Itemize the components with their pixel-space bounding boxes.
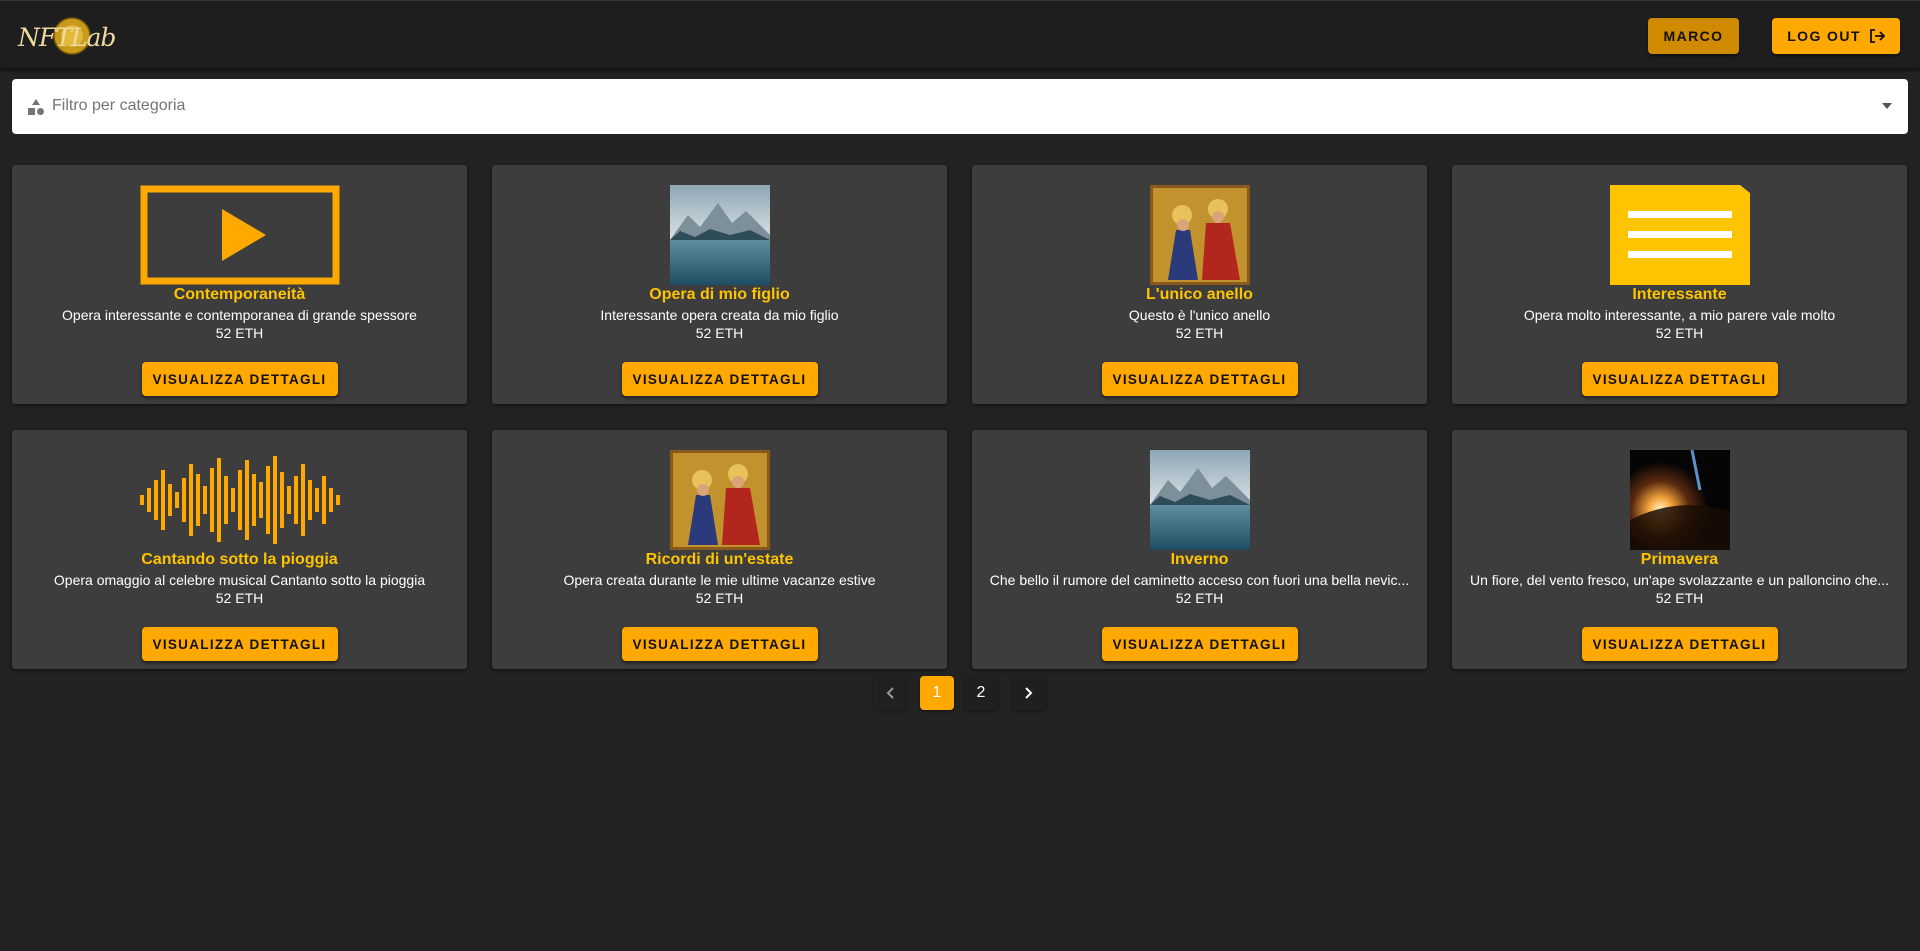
view-details-button[interactable]: VISUALIZZA DETTAGLI xyxy=(1101,362,1298,396)
logout-button-label: LOG OUT xyxy=(1787,28,1861,44)
prev-page-button[interactable] xyxy=(873,676,907,710)
card-price: 52 ETH xyxy=(1655,590,1704,606)
painting-image xyxy=(669,450,770,550)
view-details-button[interactable]: VISUALIZZA DETTAGLI xyxy=(141,362,338,396)
card-description: Un fiore, del vento fresco, un'ape svola… xyxy=(1469,572,1890,588)
card-title: Inverno xyxy=(1170,551,1229,568)
logo[interactable]: NFTLab xyxy=(16,15,116,57)
nft-card: Opera di mio figlio Interessante opera c… xyxy=(492,165,947,404)
video-icon xyxy=(140,185,339,285)
view-details-button[interactable]: VISUALIZZA DETTAGLI xyxy=(621,362,818,396)
nft-card: Primavera Un fiore, del vento fresco, un… xyxy=(1452,430,1907,669)
card-price: 52 ETH xyxy=(695,325,744,341)
filter-placeholder: Filtro per categoria xyxy=(52,97,186,114)
card-price: 52 ETH xyxy=(695,590,744,606)
card-title: Cantando sotto la pioggia xyxy=(141,551,338,568)
card-title: Primavera xyxy=(1640,551,1719,568)
nft-card: Cantando sotto la pioggia Opera omaggio … xyxy=(12,430,467,669)
next-page-button[interactable] xyxy=(1012,676,1046,710)
logout-button[interactable]: LOG OUT xyxy=(1772,18,1900,54)
card-description: Opera interessante e contemporanea di gr… xyxy=(62,307,417,323)
nft-card: Interessante Opera molto interessante, a… xyxy=(1452,165,1907,404)
document-icon xyxy=(1609,185,1750,285)
view-details-button[interactable]: VISUALIZZA DETTAGLI xyxy=(621,627,818,661)
lake-image xyxy=(1149,450,1250,550)
category-filter-select[interactable]: Filtro per categoria xyxy=(12,79,1908,134)
chevron-down-icon[interactable] xyxy=(1882,103,1892,109)
card-price: 52 ETH xyxy=(1655,325,1704,341)
card-title: Interessante xyxy=(1632,286,1727,303)
card-description: Opera creata durante le mie ultime vacan… xyxy=(563,572,876,588)
card-price: 52 ETH xyxy=(1175,590,1224,606)
logout-icon xyxy=(1869,29,1885,43)
card-price: 52 ETH xyxy=(1175,325,1224,341)
card-title: Contemporaneità xyxy=(173,286,306,303)
card-description: Opera omaggio al celebre musical Cantant… xyxy=(53,572,426,588)
card-price: 52 ETH xyxy=(215,325,264,341)
card-description: Questo è l'unico anello xyxy=(1128,307,1271,323)
nft-card: Inverno Che bello il rumore del caminett… xyxy=(972,430,1427,669)
card-title: Ricordi di un'estate xyxy=(645,551,794,568)
chevron-right-icon xyxy=(1025,687,1033,699)
card-description: Che bello il rumore del caminetto acceso… xyxy=(989,572,1410,588)
card-price: 52 ETH xyxy=(215,590,264,606)
page-button-1[interactable]: 1 xyxy=(920,676,954,710)
card-title: Opera di mio figlio xyxy=(649,286,790,303)
card-description: Interessante opera creata da mio figlio xyxy=(600,307,839,323)
view-details-button[interactable]: VISUALIZZA DETTAGLI xyxy=(1101,627,1298,661)
user-button-label: MARCO xyxy=(1663,28,1724,44)
nft-card: Ricordi di un'estate Opera creata durant… xyxy=(492,430,947,669)
painting-image xyxy=(1149,185,1250,285)
lake-image xyxy=(669,185,770,285)
app-bar: NFTLab MARCO LOG OUT xyxy=(0,0,1920,68)
logo-text: NFTLab xyxy=(18,23,116,52)
category-icon xyxy=(28,99,44,115)
audio-wave-icon xyxy=(139,456,340,544)
pagination: 1 2 xyxy=(0,676,1920,712)
user-button[interactable]: MARCO xyxy=(1648,18,1739,54)
nft-card: Contemporaneità Opera interessante e con… xyxy=(12,165,467,404)
chevron-left-icon xyxy=(886,687,894,699)
view-details-button[interactable]: VISUALIZZA DETTAGLI xyxy=(1581,362,1778,396)
space-image xyxy=(1629,450,1730,550)
view-details-button[interactable]: VISUALIZZA DETTAGLI xyxy=(141,627,338,661)
view-details-button[interactable]: VISUALIZZA DETTAGLI xyxy=(1581,627,1778,661)
card-description: Opera molto interessante, a mio parere v… xyxy=(1523,307,1836,323)
card-title: L'unico anello xyxy=(1146,286,1253,303)
nft-card: L'unico anello Questo è l'unico anello 5… xyxy=(972,165,1427,404)
page-button-2[interactable]: 2 xyxy=(964,676,998,710)
